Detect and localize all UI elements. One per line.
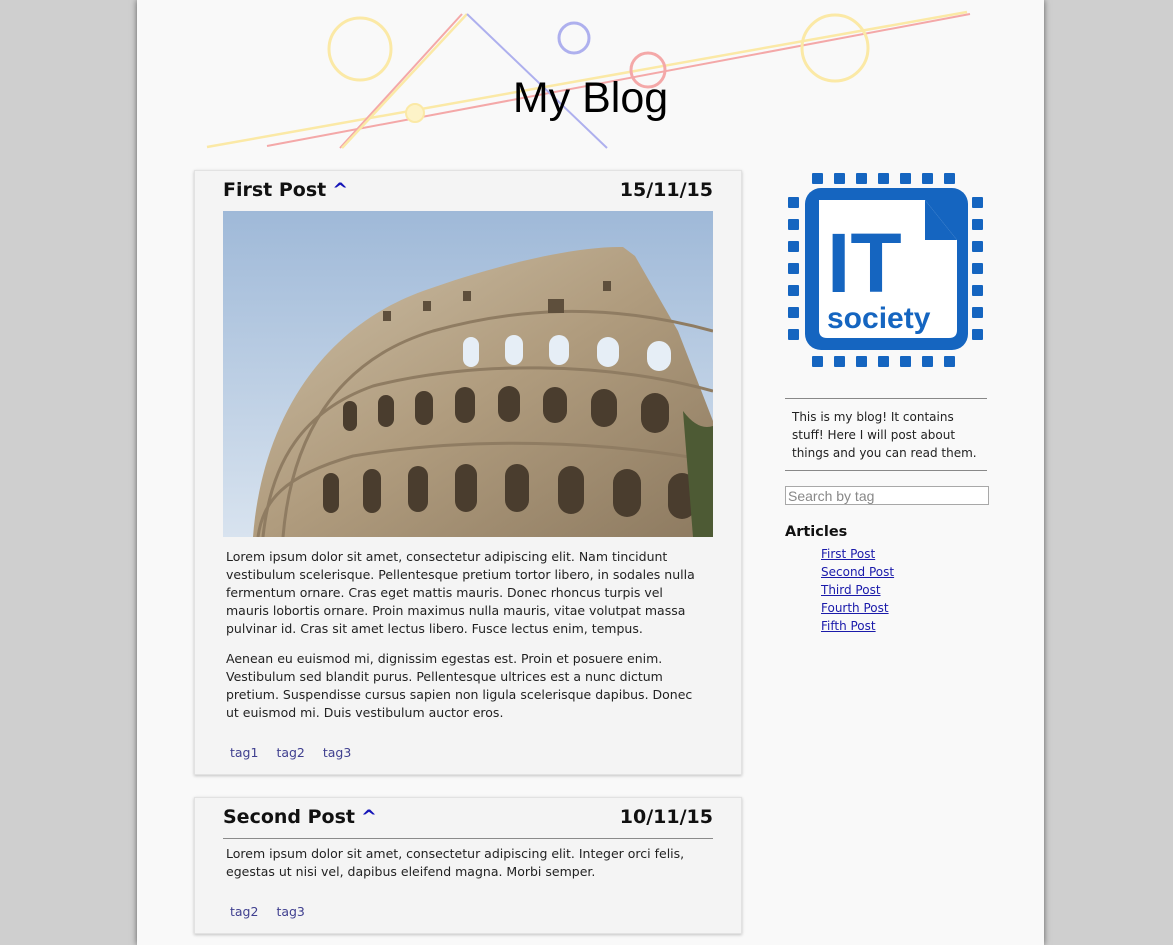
blog-post: Second Post ^ 10/11/15 Lorem ipsum dolor …: [194, 797, 742, 934]
logo-text-it: IT: [827, 216, 902, 310]
blog-post: First Post ^ 15/11/15 Lorem ipsum dolor …: [194, 170, 742, 775]
site-title: My Blog: [512, 74, 669, 122]
tag-link[interactable]: tag3: [276, 904, 304, 919]
article-list-item: Third Post: [821, 581, 894, 599]
tag-list: tag2 tag3: [230, 904, 319, 919]
article-list-item: Fifth Post: [821, 617, 894, 635]
article-link[interactable]: Third Post: [821, 583, 881, 597]
article-link[interactable]: First Post: [821, 547, 875, 561]
logo-text-society: society: [827, 302, 931, 335]
post-header: Second Post ^ 10/11/15: [223, 798, 713, 839]
post-body: Lorem ipsum dolor sit amet, consectetur …: [226, 845, 708, 893]
post-date: 15/11/15: [619, 179, 713, 201]
article-list-item: Fourth Post: [821, 599, 894, 617]
back-to-top-link[interactable]: ^: [361, 806, 377, 828]
post-title-text: First Post: [223, 179, 327, 201]
article-link[interactable]: Fifth Post: [821, 619, 876, 633]
colosseum-image: [223, 211, 713, 537]
tag-list: tag1 tag2 tag3: [230, 745, 365, 760]
article-list-item: First Post: [821, 545, 894, 563]
post-paragraph: Lorem ipsum dolor sit amet, consectetur …: [226, 549, 695, 636]
back-to-top-link[interactable]: ^: [332, 179, 348, 201]
post-title: Second Post ^: [223, 806, 377, 828]
tag-search-input[interactable]: [785, 486, 989, 505]
article-link[interactable]: Second Post: [821, 565, 894, 579]
page-container: My Blog First Post ^ 15/11/15 Lorem ipsu…: [137, 0, 1044, 945]
post-title: First Post ^: [223, 179, 348, 201]
post-paragraph: Lorem ipsum dolor sit amet, consectetur …: [226, 846, 685, 879]
tag-link[interactable]: tag1: [230, 745, 258, 760]
post-header: First Post ^ 15/11/15: [223, 171, 713, 212]
tag-link[interactable]: tag2: [230, 904, 258, 919]
tag-link[interactable]: tag2: [276, 745, 304, 760]
article-link[interactable]: Fourth Post: [821, 601, 889, 615]
post-paragraph: Aenean eu euismod mi, dignissim egestas …: [226, 651, 693, 720]
about-text: This is my blog! It contains stuff! Here…: [785, 398, 987, 471]
tag-link[interactable]: tag3: [323, 745, 351, 760]
it-society-logo: IT society: [788, 173, 983, 367]
articles-list: First Post Second Post Third Post Fourth…: [821, 545, 894, 635]
articles-heading: Articles: [785, 524, 848, 540]
article-list-item: Second Post: [821, 563, 894, 581]
post-body: Lorem ipsum dolor sit amet, consectetur …: [226, 548, 708, 734]
post-title-text: Second Post: [223, 806, 355, 828]
post-date: 10/11/15: [619, 806, 713, 828]
